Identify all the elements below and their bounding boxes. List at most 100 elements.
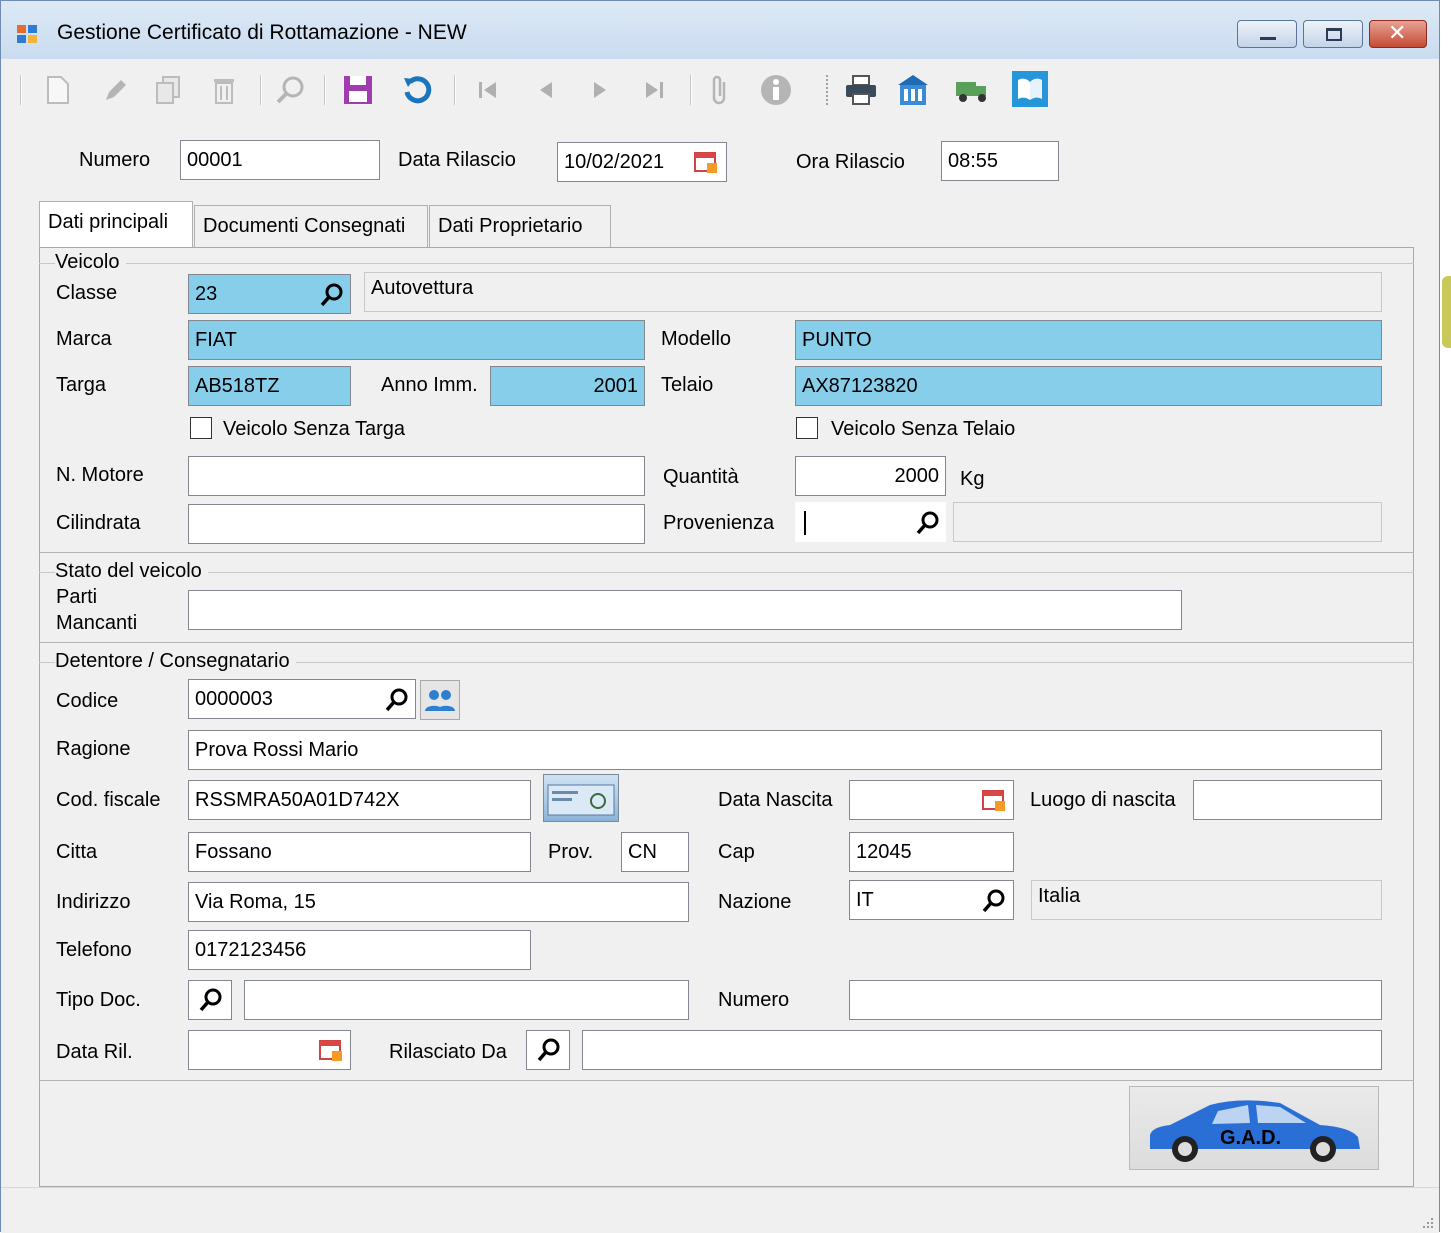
citta-field[interactable]: Fossano bbox=[188, 832, 531, 872]
ragione-field[interactable]: Prova Rossi Mario bbox=[188, 730, 1382, 770]
search-icon[interactable] bbox=[274, 73, 306, 107]
rilasciato-field[interactable] bbox=[582, 1030, 1382, 1070]
tab-dati-principali[interactable]: Dati principali bbox=[39, 201, 193, 248]
cap-label: Cap bbox=[718, 841, 755, 863]
numero-field[interactable]: 00001 bbox=[180, 140, 380, 180]
modello-field[interactable]: PUNTO bbox=[795, 320, 1382, 360]
calendar-icon[interactable] bbox=[693, 149, 719, 175]
nazione-label: Nazione bbox=[718, 891, 792, 913]
delete-icon[interactable] bbox=[208, 73, 240, 107]
luogo-nascita-label: Luogo di nascita bbox=[1030, 789, 1176, 811]
attachment-icon[interactable] bbox=[704, 73, 736, 107]
minimize-button[interactable] bbox=[1237, 20, 1297, 48]
telaio-field[interactable]: AX87123820 bbox=[795, 366, 1382, 406]
classe-label: Classe bbox=[56, 282, 118, 304]
status-bar bbox=[1, 1187, 1439, 1233]
building-icon[interactable] bbox=[896, 73, 928, 107]
app-icon bbox=[17, 25, 37, 43]
save-icon[interactable] bbox=[342, 73, 374, 107]
veicolo-group-title: Veicolo bbox=[55, 251, 126, 274]
next-icon[interactable] bbox=[584, 73, 616, 107]
maximize-icon bbox=[1326, 28, 1342, 41]
senza-telaio-checkbox[interactable] bbox=[796, 417, 818, 439]
rilasciato-search-icon bbox=[537, 1038, 560, 1062]
rilasciato-search-button[interactable] bbox=[526, 1030, 570, 1070]
cf-label: Cod. fiscale bbox=[56, 789, 161, 811]
truck-icon[interactable] bbox=[954, 73, 986, 107]
anno-imm-label: Anno Imm. bbox=[381, 374, 478, 396]
cilindrata-label: Cilindrata bbox=[56, 512, 141, 534]
motore-field[interactable] bbox=[188, 456, 645, 496]
tessera-sanitaria-button[interactable] bbox=[543, 774, 619, 822]
telefono-label: Telefono bbox=[56, 939, 132, 961]
tipo-doc-field[interactable] bbox=[244, 980, 689, 1020]
first-icon[interactable] bbox=[472, 73, 504, 107]
nazione-search-icon[interactable] bbox=[981, 888, 1007, 914]
codice-label: Codice bbox=[56, 690, 119, 712]
prov-field[interactable]: CN bbox=[621, 832, 689, 872]
background-window-edge bbox=[1442, 276, 1451, 348]
window-title: Gestione Certificato di Rottamazione - N… bbox=[57, 21, 467, 44]
print-icon[interactable] bbox=[844, 73, 876, 107]
gad-label: G.A.D. bbox=[1220, 1127, 1282, 1149]
data-nascita-calendar-icon[interactable] bbox=[981, 787, 1007, 813]
gad-button[interactable]: G.A.D. bbox=[1129, 1086, 1379, 1170]
new-icon[interactable] bbox=[42, 73, 74, 107]
book-icon[interactable] bbox=[1012, 71, 1048, 107]
quantita-label: Quantità bbox=[663, 466, 739, 488]
senza-telaio-label: Veicolo Senza Telaio bbox=[831, 418, 1016, 440]
tipo-doc-label: Tipo Doc. bbox=[56, 989, 141, 1011]
cap-field[interactable]: 12045 bbox=[849, 832, 1014, 872]
data-rilascio-value: 10/02/2021 bbox=[564, 151, 665, 173]
tab-dati-proprietario[interactable]: Dati Proprietario bbox=[429, 205, 611, 247]
text-cursor bbox=[804, 511, 806, 535]
numero-label: Numero bbox=[79, 149, 151, 171]
quantita-field[interactable]: 2000 bbox=[795, 456, 946, 496]
indirizzo-field[interactable]: Via Roma, 15 bbox=[188, 882, 689, 922]
senza-targa-checkbox[interactable] bbox=[190, 417, 212, 439]
numero-doc-field[interactable] bbox=[849, 980, 1382, 1020]
toolbar bbox=[2, 59, 1066, 121]
classe-search-icon[interactable] bbox=[319, 282, 345, 308]
parti-label-1: Parti bbox=[56, 586, 98, 608]
previous-icon[interactable] bbox=[530, 73, 562, 107]
provenienza-label: Provenienza bbox=[663, 512, 775, 534]
anagrafica-button[interactable] bbox=[420, 680, 460, 720]
undo-icon[interactable] bbox=[402, 73, 434, 107]
codice-search-icon[interactable] bbox=[384, 687, 410, 713]
close-button[interactable]: ✕ bbox=[1369, 20, 1427, 48]
marca-label: Marca bbox=[56, 328, 112, 350]
ora-rilascio-label: Ora Rilascio bbox=[796, 151, 905, 173]
codice-field[interactable]: 0000003 bbox=[188, 679, 416, 719]
maximize-button[interactable] bbox=[1303, 20, 1363, 48]
last-icon[interactable] bbox=[638, 73, 670, 107]
provenienza-search-icon[interactable] bbox=[915, 510, 941, 536]
ragione-label: Ragione bbox=[56, 738, 131, 760]
telefono-field[interactable]: 0172123456 bbox=[188, 930, 531, 970]
tab-documenti-consegnati[interactable]: Documenti Consegnati bbox=[194, 205, 428, 247]
telaio-label: Telaio bbox=[661, 374, 714, 396]
info-icon[interactable] bbox=[760, 73, 792, 107]
tipo-doc-search-button[interactable] bbox=[188, 980, 232, 1020]
data-ril-label: Data Ril. bbox=[56, 1041, 133, 1063]
resize-grip-icon[interactable] bbox=[1419, 1214, 1435, 1230]
rilasciato-label: Rilasciato Da bbox=[389, 1041, 507, 1063]
people-icon bbox=[425, 690, 455, 711]
anno-imm-field[interactable]: 2001 bbox=[490, 366, 645, 406]
ora-rilascio-field[interactable]: 08:55 bbox=[941, 141, 1059, 181]
indirizzo-label: Indirizzo bbox=[56, 891, 131, 913]
senza-targa-label: Veicolo Senza Targa bbox=[223, 418, 405, 440]
cilindrata-field[interactable] bbox=[188, 504, 645, 544]
targa-field[interactable]: AB518TZ bbox=[188, 366, 351, 406]
cf-field[interactable]: RSSMRA50A01D742X bbox=[188, 780, 531, 820]
parti-mancanti-field[interactable] bbox=[188, 590, 1182, 630]
modello-label: Modello bbox=[661, 328, 732, 350]
data-ril-calendar-icon[interactable] bbox=[318, 1037, 344, 1063]
minimize-icon bbox=[1260, 37, 1276, 40]
copy-icon[interactable] bbox=[152, 73, 184, 107]
citta-label: Citta bbox=[56, 841, 98, 863]
luogo-nascita-field[interactable] bbox=[1193, 780, 1382, 820]
provenienza-description bbox=[953, 502, 1382, 542]
marca-field[interactable]: FIAT bbox=[188, 320, 645, 360]
edit-icon[interactable] bbox=[100, 73, 132, 107]
